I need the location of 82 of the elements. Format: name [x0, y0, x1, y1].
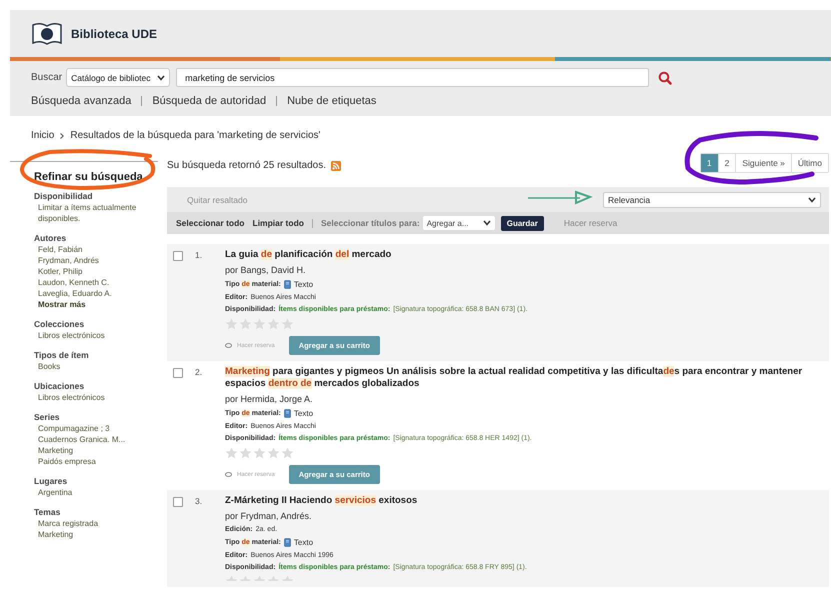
facet-link[interactable]: Kotler, Philip [34, 266, 158, 277]
star-icon[interactable] [225, 318, 238, 330]
star-icon[interactable] [253, 447, 266, 459]
sort-select[interactable]: Relevancia [603, 192, 821, 208]
star-icon[interactable] [281, 318, 294, 330]
site-title: Biblioteca UDE [71, 26, 158, 40]
facet-link[interactable]: Paidós empresa [34, 456, 158, 467]
facet-link[interactable]: Frydman, Andrés [34, 255, 158, 266]
select-titles-label: Seleccionar títulos para: [320, 218, 420, 228]
nav-link[interactable]: Búsqueda avanzada [31, 95, 132, 107]
caret-icon[interactable] [482, 220, 491, 226]
facet-heading: Series [34, 412, 61, 422]
catalog-select[interactable]: Catálogo de bibliotec [66, 68, 170, 87]
facet-link[interactable]: Cuadernos Granica. M... [34, 434, 158, 445]
star-icon[interactable] [253, 318, 266, 330]
facet-link[interactable]: Libros electrónicos [34, 330, 158, 341]
result-checkbox[interactable] [173, 251, 183, 261]
facet-heading: Colecciones [34, 319, 86, 329]
field-value: Texto [294, 538, 314, 547]
results-summary: Su búsqueda retornó 25 resultados. [167, 160, 326, 171]
arrow-annotation [528, 190, 593, 205]
book-icon [284, 409, 291, 418]
ring-icon[interactable] [225, 343, 232, 348]
facet-link[interactable]: Marketing [34, 445, 158, 456]
facet-link[interactable]: Marca registrada [34, 518, 158, 529]
facet-link[interactable]: Limitar a ítems actualmente disponibles. [34, 202, 158, 224]
star-icon[interactable] [267, 318, 280, 330]
facet-link[interactable]: Laudon, Kenneth C. [34, 277, 158, 288]
facet-heading: Lugares [34, 476, 68, 486]
star-icon[interactable] [239, 447, 252, 459]
result-number: 3. [194, 496, 204, 508]
page-link[interactable]: 1 [700, 154, 718, 172]
facet-link[interactable]: Laveglia, Eduardo A. [34, 288, 158, 299]
save-button[interactable]: Guardar [500, 216, 544, 230]
facet-link[interactable]: Feld, Fabián [34, 244, 158, 255]
book-logo-icon [31, 20, 63, 46]
caret-icon[interactable] [808, 196, 816, 202]
list-select[interactable]: Agregar a... [422, 216, 495, 230]
result-checkbox[interactable] [173, 497, 183, 507]
star-icon[interactable] [267, 447, 280, 459]
facet-link[interactable]: Compumagazine ; 3 [34, 423, 158, 434]
facet-heading: Tipos de ítem [34, 350, 90, 360]
facet-heading: Disponibilidad [34, 191, 94, 201]
book-icon [284, 538, 291, 547]
nav-link[interactable]: Nube de etiquetas [287, 95, 376, 107]
facet-heading: Ubicaciones [34, 381, 86, 391]
caret-icon[interactable] [157, 74, 166, 80]
result-title-link[interactable]: La guia de planificación del mercado [225, 249, 819, 261]
star-icon[interactable] [225, 447, 238, 459]
chevron-icon [60, 132, 64, 138]
book-icon [284, 280, 291, 289]
search-label: Buscar [31, 72, 62, 83]
facet-link[interactable]: Libros electrónicos [34, 392, 158, 403]
search-field[interactable]: marketing de servicios [176, 68, 650, 87]
ring-icon[interactable] [225, 472, 232, 477]
search-icon[interactable] [658, 70, 672, 84]
facet-link[interactable]: Marketing [34, 529, 158, 540]
facet-link[interactable]: Books [34, 361, 158, 372]
facet-heading: Temas [34, 507, 62, 517]
result-title-link[interactable]: Marketing para gigantes y pigmeos Un análisis sobre la actual realidad competitiva y las dificultades para encontrar y mantener espacios dentro de mercados globalizados [225, 366, 819, 390]
show-more-link[interactable]: Mostrar más [34, 299, 158, 310]
breadcrumb-link[interactable]: Inicio [31, 130, 54, 141]
nav-link[interactable]: Búsqueda de autoridad [152, 95, 266, 107]
result-title-link[interactable]: Z-Márketing II Haciendo servicios exitosos [225, 495, 819, 507]
facet-link[interactable]: Argentina [34, 487, 158, 498]
clear-all-link[interactable]: Limpiar todo [252, 218, 304, 228]
result-number: 2. [194, 367, 204, 379]
author-link[interactable]: por Hermida, Jorge A. [225, 394, 819, 404]
field-value: Texto [294, 409, 314, 418]
result-number: 1. [194, 250, 204, 262]
star-icon[interactable] [239, 318, 252, 330]
author-link[interactable]: por Bangs, David H. [225, 265, 819, 275]
result-checkbox[interactable] [173, 368, 183, 378]
field-value: Texto [294, 280, 314, 289]
page-link[interactable]: Último [790, 154, 828, 172]
author-link[interactable]: por Frydman, Andrés. [225, 511, 819, 521]
rss-icon[interactable] [331, 160, 341, 170]
star-icon[interactable] [281, 447, 294, 459]
page-link[interactable]: 2 [718, 154, 736, 172]
sidebar-title: Refinar su búsqueda [34, 171, 144, 183]
facet-heading: Autores [34, 233, 68, 243]
select-all-link[interactable]: Seleccionar todo [176, 218, 244, 228]
